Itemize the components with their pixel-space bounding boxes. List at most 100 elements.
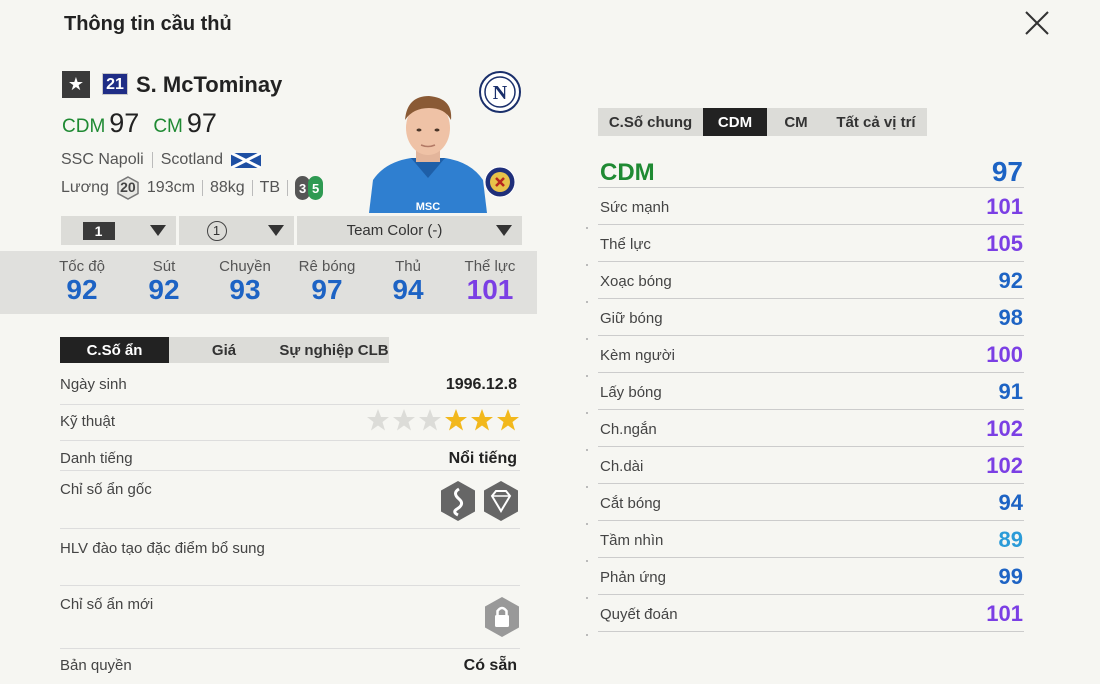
position-stat-value: 101: [986, 601, 1023, 626]
salary-value: 20: [120, 179, 136, 195]
guide-dot: [586, 264, 588, 266]
guide-dot: [586, 486, 588, 488]
season-badge: 21: [102, 73, 128, 95]
license-value: Có sẵn: [463, 657, 517, 674]
divider: [201, 180, 203, 196]
position-stat-row: Cắt bóng 94: [598, 483, 1024, 520]
stat-value: 97: [311, 274, 343, 305]
guide-dot: [586, 634, 588, 636]
tab-cm[interactable]: CM: [767, 108, 825, 136]
nation-name: Scotland: [160, 151, 223, 168]
stat-defending: Thủ 94: [368, 258, 448, 305]
guide-dot: [586, 375, 588, 377]
enhance-select[interactable]: 1: [179, 216, 294, 245]
reputation-value: Nổi tiếng: [448, 450, 517, 467]
svg-text:N: N: [493, 82, 508, 104]
tab-price[interactable]: Giá: [169, 337, 279, 363]
favorite-star-icon[interactable]: ★: [62, 71, 90, 98]
star-filled-icon: [471, 409, 493, 431]
tab-cdm[interactable]: CDM: [703, 108, 767, 136]
birthday-label: Ngày sinh: [60, 376, 127, 393]
salary-badge: 20: [116, 176, 140, 200]
enhance-value: 1: [206, 220, 227, 241]
position-stat-value: 98: [998, 305, 1023, 330]
height: 193cm: [146, 179, 195, 196]
stat-value: 94: [392, 274, 424, 305]
skill-stars: [366, 408, 520, 432]
main-stats-band: Tốc độ 92 Sút 92 Chuyền 93 Rê bóng 97 Th…: [0, 251, 537, 314]
scotland-badge-icon: [484, 166, 516, 198]
guide-dot: [586, 523, 588, 525]
scotland-flag-icon: [230, 152, 261, 168]
star-filled-icon: [445, 409, 467, 431]
coach-traits-label: HLV đào tạo đặc điểm bổ sung: [60, 540, 265, 557]
position-stat-row: Quyết đoán 101: [598, 594, 1024, 631]
position-stat-row: Giữ bóng 98: [598, 298, 1024, 335]
trait-icon[interactable]: [439, 480, 477, 522]
weak-foot-indicator: 3 5: [295, 176, 324, 200]
divider: [287, 180, 289, 196]
team-color-label: Team Color (-): [346, 222, 443, 239]
guide-dot: [586, 449, 588, 451]
chevron-down-icon: [268, 225, 284, 236]
guide-dot: [586, 597, 588, 599]
position-stat-row: Thể lực 105: [598, 224, 1024, 261]
player-portrait: MSC: [369, 96, 487, 213]
position-stat-row: Xoạc bóng 92: [598, 261, 1024, 298]
stat-passing: Chuyền 93: [205, 258, 285, 305]
position-stat-value: 91: [998, 379, 1023, 404]
stat-label: Tốc độ: [59, 258, 105, 275]
trait-icon[interactable]: [482, 480, 520, 522]
star-filled-icon: [497, 409, 519, 431]
stat-label: Sút: [152, 258, 176, 275]
stat-physical: Thể lực 101: [450, 258, 530, 305]
stat-label: Thủ: [395, 258, 421, 275]
tab-club-career[interactable]: Sự nghiệp CLB: [279, 337, 389, 363]
pos1-label: CDM: [62, 116, 106, 137]
right-foot-rating: 5: [308, 176, 324, 200]
chevron-down-icon: [496, 225, 512, 236]
guide-dot: [586, 227, 588, 229]
position-detail-value: 97: [991, 156, 1023, 187]
pos2-value: 97: [186, 108, 217, 138]
position-detail-label: CDM: [600, 159, 655, 186]
row-skill: Kỹ thuật: [60, 409, 520, 441]
position-stat-label: Tầm nhìn: [600, 532, 664, 549]
position-stat-label: Thể lực: [600, 236, 651, 253]
weight: 88kg: [209, 179, 245, 196]
row-reputation: Danh tiếng Nổi tiếng: [60, 450, 520, 471]
tab-all-positions[interactable]: Tất cả vị trí: [825, 108, 927, 136]
guide-dot: [586, 560, 588, 562]
position-stat-value: 101: [986, 194, 1023, 219]
stat-dribbling: Rê bóng 97: [287, 258, 367, 305]
level-select[interactable]: 1: [61, 216, 176, 245]
star-empty-icon: [393, 409, 415, 431]
divider: [598, 631, 1024, 632]
stat-shooting: Sút 92: [124, 258, 204, 305]
close-icon[interactable]: [1022, 8, 1052, 38]
position-stat-label: Phản ứng: [600, 569, 666, 586]
pos2-label: CM: [153, 116, 183, 137]
birthday-value: 1996.12.8: [445, 376, 517, 393]
lock-icon[interactable]: [483, 596, 521, 638]
position-stat-value: 94: [998, 490, 1023, 515]
position-stat-value: 102: [986, 416, 1023, 441]
row-birthday: Ngày sinh 1996.12.8: [60, 376, 520, 405]
divider: [151, 152, 153, 168]
position-stat-value: 102: [986, 453, 1023, 478]
position-stat-value: 100: [986, 342, 1023, 367]
body-type: TB: [259, 179, 281, 196]
row-traits: Chỉ số ẩn gốc: [60, 481, 520, 529]
license-label: Bản quyền: [60, 657, 132, 674]
pos1-value: 97: [109, 108, 140, 138]
chevron-down-icon: [150, 225, 166, 236]
tab-hidden-stats[interactable]: C.Số ẩn: [60, 337, 169, 363]
divider: [251, 180, 253, 196]
new-traits-label: Chỉ số ẩn mới: [60, 596, 154, 613]
team-color-select[interactable]: Team Color (-): [297, 216, 522, 245]
tab-general[interactable]: C.Số chung: [598, 108, 703, 136]
star-empty-icon: [419, 409, 441, 431]
star-empty-icon: [367, 409, 389, 431]
salary-label: Lương: [61, 179, 109, 196]
row-license: Bản quyền Có sẵn: [60, 657, 520, 679]
